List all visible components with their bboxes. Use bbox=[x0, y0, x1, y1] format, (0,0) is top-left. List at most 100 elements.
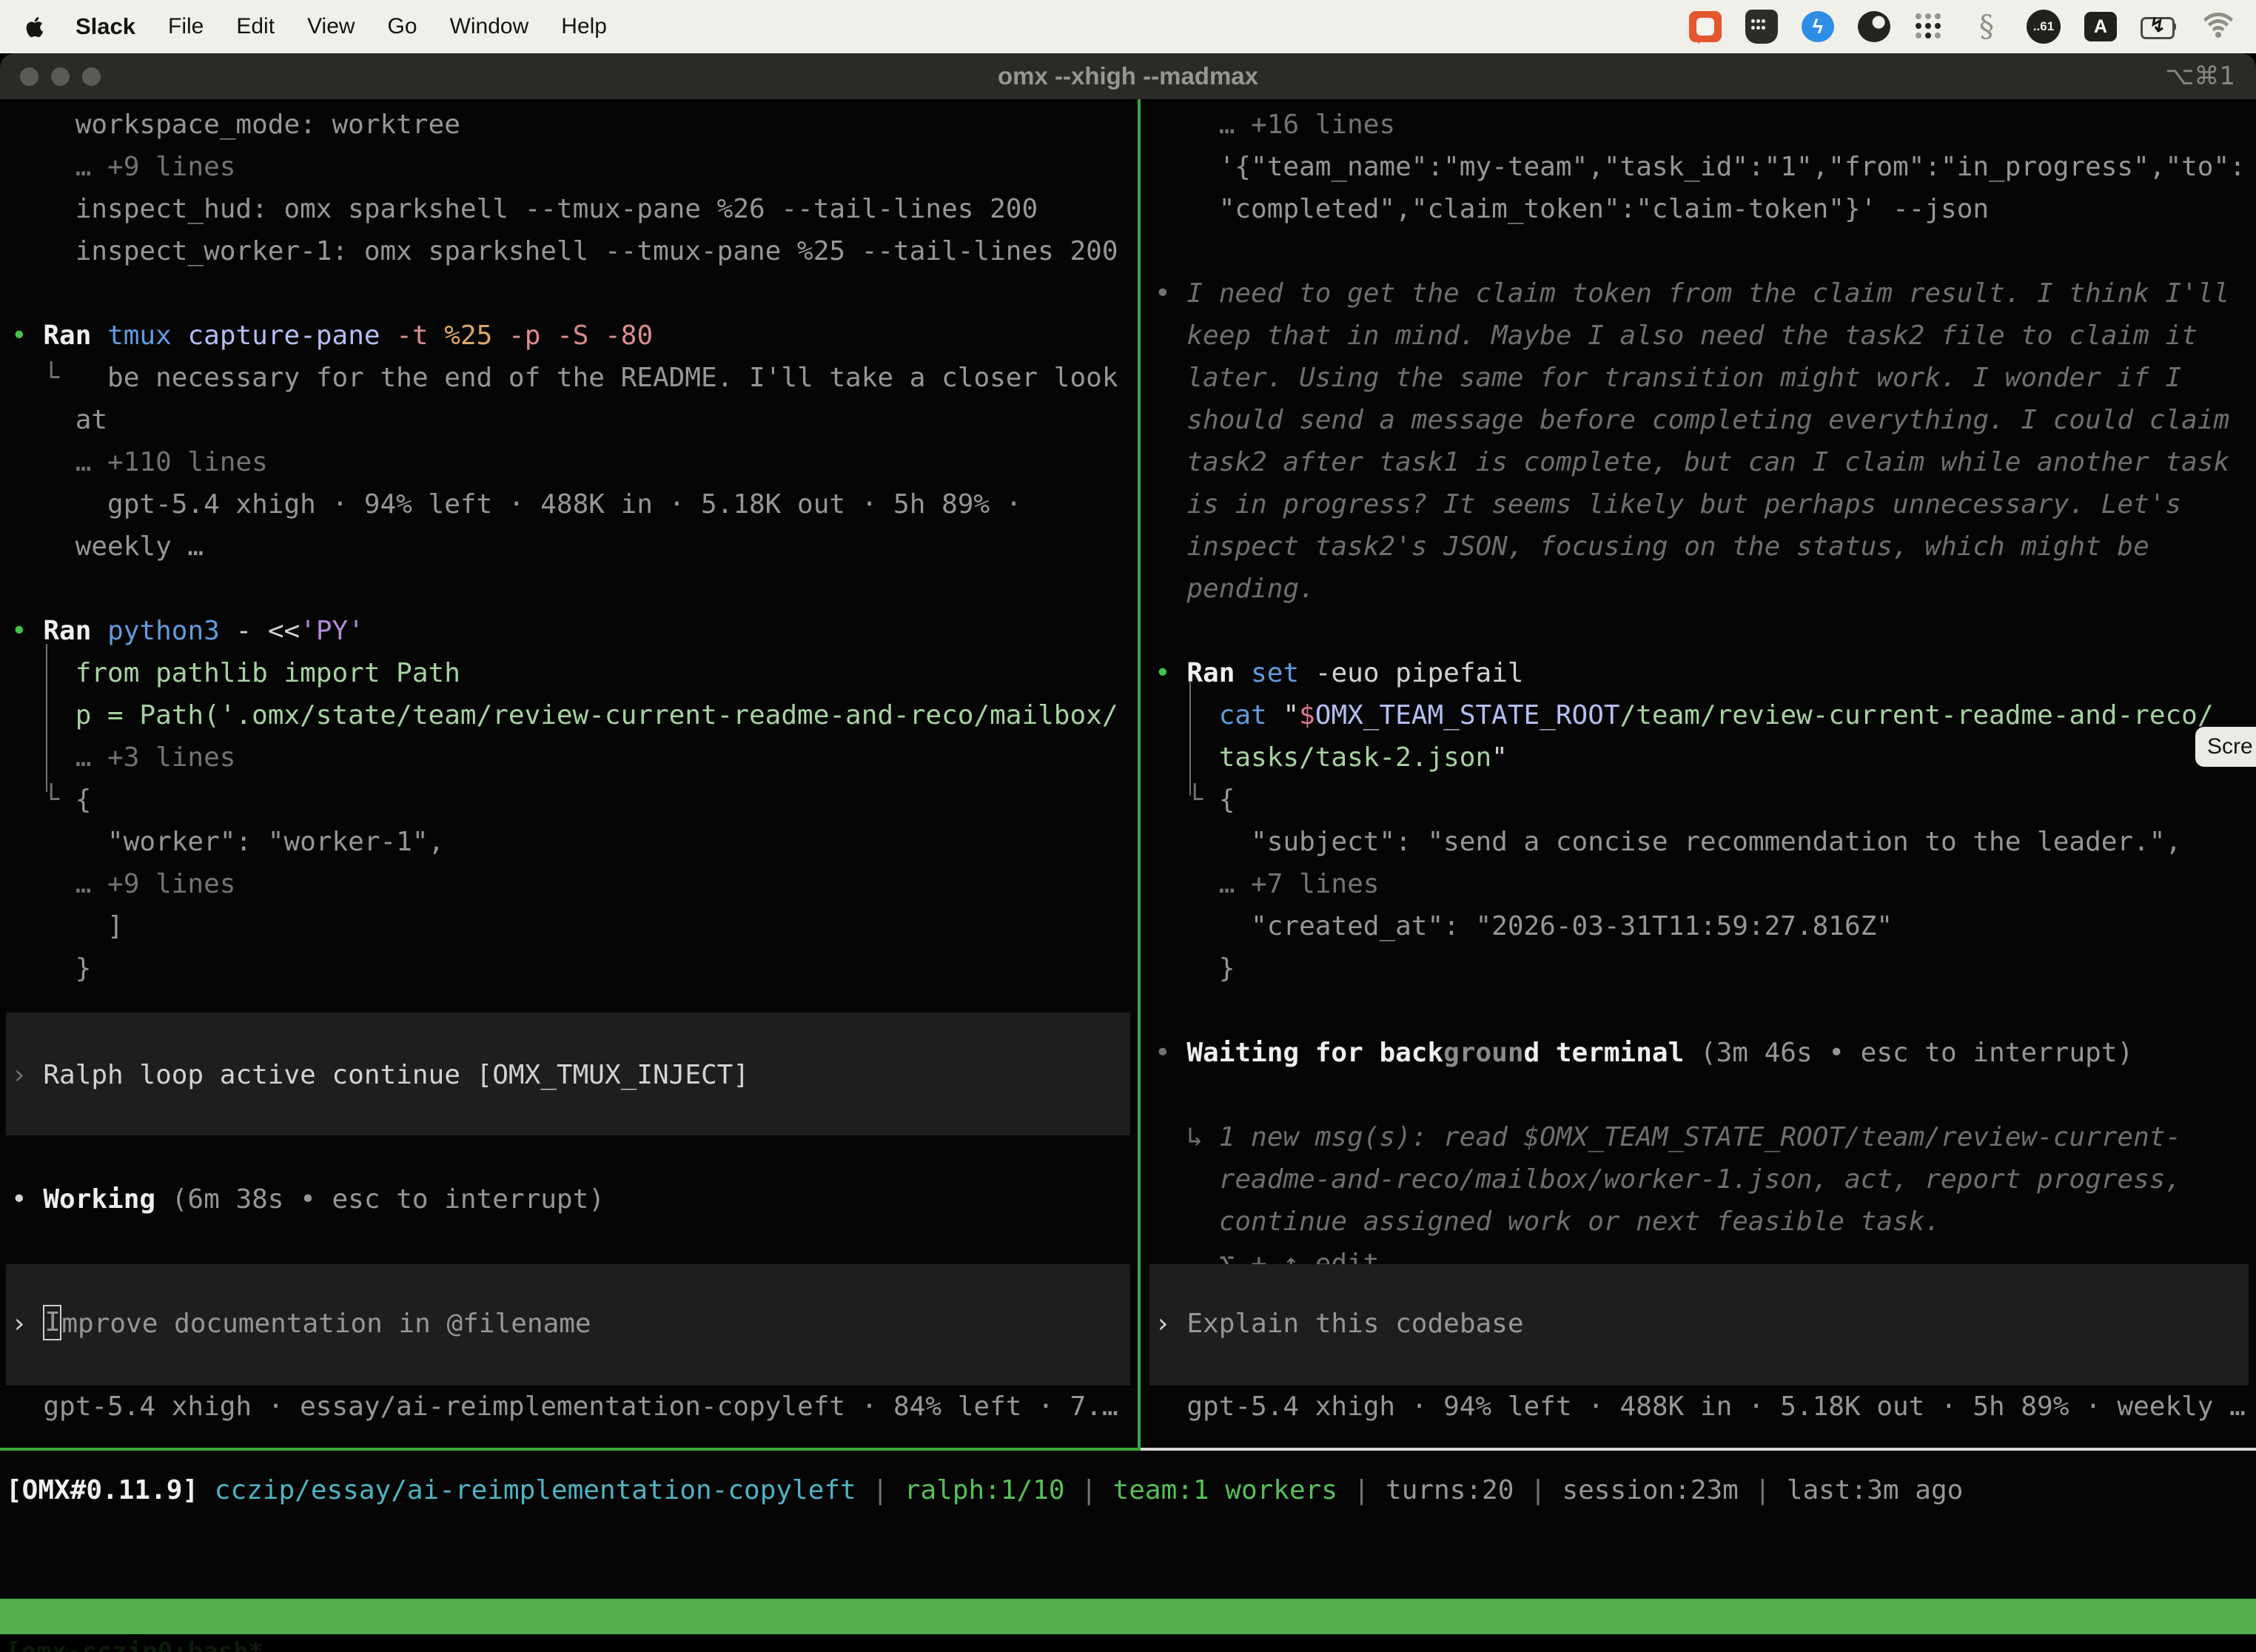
window-shortcut-badge: ⌥⌘1 bbox=[2165, 61, 2235, 91]
text-segment: inspect task2's JSON, focusing on the st… bbox=[1155, 531, 2149, 562]
percent-badge-icon[interactable]: ..61 bbox=[2027, 10, 2061, 44]
text-segment: Ran bbox=[43, 616, 91, 646]
terminal-row bbox=[1144, 610, 2256, 652]
hook-icon[interactable]: § bbox=[1970, 9, 2003, 44]
terminal-row: ↳ 1 new msg(s): read $OMX_TEAM_STATE_ROO… bbox=[1144, 1116, 2256, 1158]
terminal-row: gpt-5.4 xhigh · 94% left · 488K in · 5.1… bbox=[0, 483, 1138, 526]
apple-menu-icon[interactable] bbox=[22, 12, 47, 41]
text-cursor: I bbox=[43, 1305, 61, 1340]
pane-bottom-border-left bbox=[0, 1448, 1141, 1451]
text-segment: └ bbox=[11, 363, 59, 393]
terminal-row: … +9 lines bbox=[0, 863, 1138, 905]
menu-items: Slack File Edit View Go Window Help bbox=[75, 13, 607, 40]
text-segment: d terminal bbox=[1524, 1038, 1685, 1068]
text-segment: cczip/essay/ai-reimplementation-copyleft bbox=[215, 1475, 856, 1505]
terminal-row: "subject": "send a concise recommendatio… bbox=[1144, 821, 2256, 863]
battery-charging-icon[interactable]: ↯ bbox=[2141, 17, 2176, 36]
terminal: … +16 lines '{"team_name":"my-team","tas… bbox=[0, 99, 2256, 1599]
text-segment: [OMX#0.11.9] bbox=[6, 1475, 198, 1505]
text-segment: inspect_worker-1: omx sparkshell --tmux-… bbox=[11, 236, 1118, 266]
text-segment: last:3m ago bbox=[1787, 1475, 1963, 1505]
model-status-line: gpt-5.4 xhigh · essay/ai-reimplementatio… bbox=[0, 1386, 1138, 1428]
text-segment bbox=[380, 320, 397, 351]
tmux-window-label[interactable]: [omx-cczip0:bash* bbox=[6, 1634, 263, 1652]
text-segment: | bbox=[1739, 1475, 1787, 1505]
text-segment: Ran bbox=[1186, 658, 1235, 688]
text-segment: -p bbox=[508, 320, 540, 351]
text-segment: "completed","claim_token":"claim-token"}… bbox=[1155, 194, 1989, 224]
text-segment: I need to get the claim token from the c… bbox=[1186, 278, 2229, 309]
chat-app-icon[interactable] bbox=[1689, 11, 1722, 42]
text-segment: Explain this codebase bbox=[1186, 1309, 1523, 1339]
pane-bottom-border-right bbox=[1141, 1448, 2256, 1451]
menu-status-icons: ϟ § ..61 A ↯ bbox=[1689, 9, 2237, 44]
text-segment: cat bbox=[1155, 700, 1283, 731]
password-shield-icon[interactable] bbox=[1745, 10, 1778, 44]
menu-item-help[interactable]: Help bbox=[561, 14, 607, 39]
text-segment: ] bbox=[11, 911, 124, 941]
terminal-row: • I need to get the claim token from the… bbox=[1144, 272, 2256, 315]
text-segment: workspace_mode: worktree bbox=[11, 110, 460, 140]
text-segment: { bbox=[1219, 785, 1235, 815]
text-segment: gpt-5.4 xhigh · essay/ai-reimplementatio… bbox=[11, 1391, 1118, 1422]
blue-badge-icon[interactable]: ϟ bbox=[1802, 11, 1834, 42]
text-segment: Ran bbox=[43, 320, 91, 351]
text-segment: OMX_TEAM_STATE_ROOT bbox=[1315, 700, 1620, 731]
menu-item-go[interactable]: Go bbox=[388, 14, 417, 39]
text-segment: mprove documentation in @filename bbox=[61, 1309, 591, 1339]
text-segment: gpt-5.4 xhigh · 94% left · 488K in · 5.1… bbox=[1155, 1391, 2246, 1422]
text-segment bbox=[1235, 658, 1251, 688]
ralph-loop-status: › Ralph loop active continue [OMX_TMUX_I… bbox=[0, 1054, 1138, 1096]
prompt-input[interactable]: › Explain this codebase bbox=[1144, 1303, 2256, 1345]
terminal-row: "worker": "worker-1", bbox=[0, 821, 1138, 863]
text-segment: $ bbox=[1299, 700, 1315, 731]
terminal-row: pending. bbox=[1144, 568, 2256, 610]
text-segment: -euo pipefail bbox=[1299, 658, 1523, 688]
terminal-row: • Ran set -euo pipefail bbox=[1144, 652, 2256, 694]
dots-grid-icon[interactable] bbox=[1914, 13, 1947, 41]
text-segment: (3m 46s • esc to interrupt) bbox=[1684, 1038, 2133, 1068]
terminal-row: continue assigned work or next feasible … bbox=[1144, 1201, 2256, 1243]
text-segment: • bbox=[11, 616, 43, 646]
text-segment: weekly … bbox=[11, 531, 204, 562]
terminal-row: ] bbox=[0, 905, 1138, 947]
terminal-row: should send a message before completing … bbox=[1144, 399, 2256, 441]
terminal-pane-right: … +16 lines '{"team_name":"my-team","tas… bbox=[1144, 99, 2256, 1448]
terminal-row bbox=[1144, 990, 2256, 1032]
omx-status-line: [OMX#0.11.9] cczip/essay/ai-reimplementa… bbox=[6, 1469, 1963, 1511]
terminal-row: } bbox=[1144, 947, 2256, 990]
terminal-row: └ { bbox=[1144, 779, 2256, 821]
text-segment bbox=[429, 320, 445, 351]
terminal-row: workspace_mode: worktree bbox=[0, 104, 1138, 146]
wifi-icon[interactable] bbox=[2200, 13, 2237, 41]
input-source-icon[interactable]: A bbox=[2084, 12, 2117, 41]
terminal-row bbox=[1144, 230, 2256, 272]
terminal-row: readme-and-reco/mailbox/worker-1.json, a… bbox=[1144, 1158, 2256, 1201]
menu-item-view[interactable]: View bbox=[307, 14, 355, 39]
text-segment: " bbox=[1283, 700, 1299, 731]
text-segment: pending. bbox=[1155, 574, 1315, 604]
text-segment: › bbox=[1155, 1309, 1186, 1339]
pie-circle-icon[interactable] bbox=[1858, 11, 1890, 42]
terminal-row: p = Path('.omx/state/team/review-current… bbox=[0, 694, 1138, 736]
pane-divider[interactable] bbox=[1138, 99, 1141, 1448]
text-segment: ralph:1/10 bbox=[904, 1475, 1065, 1505]
menu-item-slack[interactable]: Slack bbox=[75, 13, 135, 40]
text-segment: Waiting for back bbox=[1186, 1038, 1443, 1068]
terminal-row: from pathlib import Path bbox=[0, 652, 1138, 694]
terminal-row: at bbox=[0, 399, 1138, 441]
text-segment: "subject": "send a concise recommendatio… bbox=[1155, 827, 2181, 857]
text-segment: … +16 lines bbox=[1155, 110, 1395, 140]
text-segment: "created_at": "2026-03-31T11:59:27.816Z" bbox=[1155, 911, 1893, 941]
menu-item-file[interactable]: File bbox=[168, 14, 204, 39]
prompt-input[interactable]: › Improve documentation in @filename bbox=[0, 1303, 1138, 1345]
output-guide-line bbox=[46, 644, 47, 792]
menu-item-edit[interactable]: Edit bbox=[236, 14, 275, 39]
window-title-bar: omx --xhigh --madmax ⌥⌘1 bbox=[0, 53, 2256, 99]
text-segment: gpt-5.4 xhigh · 94% left · 488K in · 5.1… bbox=[11, 489, 1021, 520]
text-segment: └ bbox=[1155, 785, 1219, 815]
text-segment: -S bbox=[557, 320, 588, 351]
menu-item-window[interactable]: Window bbox=[450, 14, 529, 39]
text-segment bbox=[172, 320, 188, 351]
terminal-row: … +110 lines bbox=[0, 441, 1138, 483]
